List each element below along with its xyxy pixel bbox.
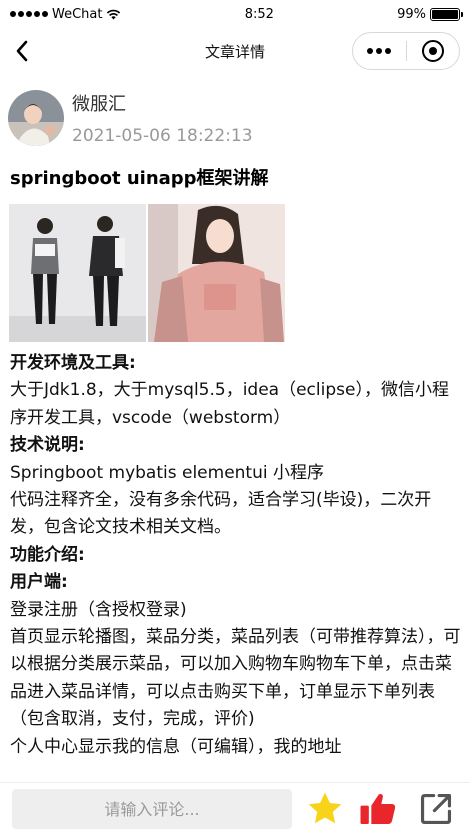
section-heading: 开发环境及工具: bbox=[10, 353, 136, 373]
content-paragraph: 大于Jdk1.8，大于mysql5.5，idea（eclipse），微信小程序开… bbox=[10, 380, 449, 428]
outfit-photo-grey bbox=[9, 204, 146, 342]
battery-percent: 99% bbox=[397, 6, 426, 22]
close-button[interactable] bbox=[407, 40, 460, 62]
back-button[interactable] bbox=[8, 37, 36, 65]
more-button[interactable] bbox=[353, 48, 406, 54]
nav-bar: 文章详情 bbox=[0, 28, 470, 74]
page-title: 文章详情 bbox=[204, 42, 265, 61]
status-time: 8:52 bbox=[244, 6, 274, 22]
share-icon bbox=[420, 793, 452, 825]
section-heading: 技术说明: bbox=[10, 435, 85, 456]
article-image-2[interactable] bbox=[148, 204, 285, 342]
post-time: 2021-05-06 18:22:13 bbox=[72, 126, 253, 146]
star-icon bbox=[308, 792, 342, 824]
author-info: 微服汇 2021-05-06 18:22:13 bbox=[72, 90, 253, 149]
content-paragraph: 首页显示轮播图，菜品分类，菜品列表（可带推荐算法），可以根据分类展示菜品，可以加… bbox=[10, 627, 461, 730]
mini-program-close-icon bbox=[421, 40, 444, 62]
wifi-icon bbox=[107, 9, 121, 19]
like-button[interactable] bbox=[358, 789, 398, 829]
content-paragraph: Springboot mybatis elementui 小程序 bbox=[10, 462, 325, 483]
mini-program-capsule bbox=[352, 32, 460, 70]
status-left: WeChat bbox=[10, 7, 121, 22]
favorite-button[interactable] bbox=[305, 789, 345, 829]
content-paragraph: 个人中心显示我的信息（可编辑），我的地址 bbox=[10, 736, 342, 757]
carrier-label: WeChat bbox=[52, 6, 103, 22]
section-heading: 功能介绍: bbox=[10, 544, 85, 565]
avatar[interactable] bbox=[8, 90, 64, 146]
battery-icon bbox=[430, 7, 463, 21]
author-section: 微服汇 2021-05-06 18:22:13 bbox=[8, 90, 462, 148]
share-button[interactable] bbox=[416, 789, 456, 829]
outfit-photo-pink bbox=[148, 204, 285, 342]
status-bar: WeChat 8:52 99% bbox=[0, 0, 470, 28]
content-paragraph: 代码注释齐全，没有多余代码，适合学习(毕设)，二次开发，包含论文技术相关文档。 bbox=[10, 490, 432, 538]
more-dots-icon bbox=[367, 48, 392, 54]
status-right: 99% bbox=[397, 6, 463, 22]
article-image-1[interactable] bbox=[9, 204, 146, 342]
article-content: 开发环境及工具: 大于Jdk1.8，大于mysql5.5，idea（eclipse… bbox=[10, 350, 462, 782]
content-paragraph: 登录注册（含授权登录) bbox=[10, 599, 187, 620]
signal-icon bbox=[10, 11, 48, 17]
comment-input[interactable] bbox=[12, 789, 292, 829]
bottom-bar bbox=[0, 782, 470, 836]
section-heading: 用户端: bbox=[10, 572, 68, 593]
article-title: springboot uinapp框架讲解 bbox=[10, 168, 269, 189]
article-images bbox=[9, 204, 285, 342]
thumbs-up-icon bbox=[360, 793, 396, 824]
author-name[interactable]: 微服汇 bbox=[72, 93, 253, 117]
avatar-image bbox=[8, 90, 64, 146]
chevron-left-icon bbox=[16, 40, 28, 62]
